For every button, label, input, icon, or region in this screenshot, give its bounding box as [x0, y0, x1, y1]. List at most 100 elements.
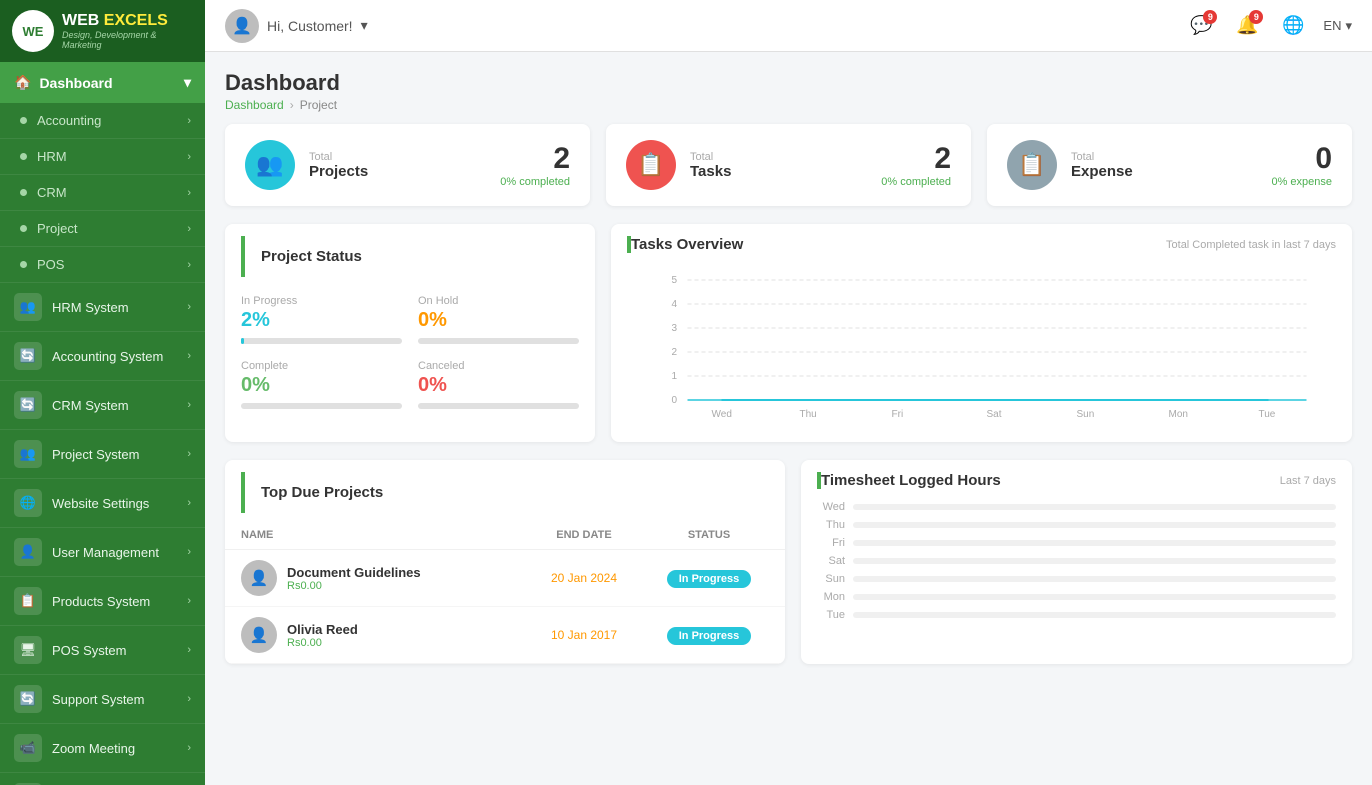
logo-icon: WE	[12, 10, 54, 52]
svg-text:4: 4	[672, 299, 678, 310]
chevron-right-icon: ›	[187, 223, 191, 235]
sidebar: WE WEB EXCELS Design, Development & Mark…	[0, 0, 205, 785]
sidebar-item-support-system[interactable]: 🔄 Support System ›	[0, 675, 205, 724]
svg-text:0: 0	[672, 395, 678, 406]
dot-icon	[20, 261, 27, 268]
globe-button[interactable]: 🌐	[1277, 10, 1309, 42]
sidebar-item-crm[interactable]: CRM ›	[0, 175, 205, 211]
stat-card-projects: 👥 Total Projects 2 0% completed	[225, 124, 590, 206]
stat-cards-row: 👥 Total Projects 2 0% completed 📋 Total …	[225, 124, 1352, 206]
logo: WE WEB EXCELS Design, Development & Mark…	[0, 0, 205, 62]
sidebar-item-zoom-meeting[interactable]: 📹 Zoom Meeting ›	[0, 724, 205, 773]
breadcrumb-separator: ›	[290, 98, 294, 112]
language-selector[interactable]: EN ▾	[1323, 18, 1352, 34]
on-hold-bar	[418, 338, 579, 344]
user-menu[interactable]: 👤 Hi, Customer! ▾	[225, 9, 368, 43]
tasks-chart: 5 4 3 2 1 0 Wed	[627, 265, 1336, 425]
expense-info: Total Expense	[1071, 151, 1257, 180]
ts-bar-wrap	[853, 522, 1336, 528]
website-settings-icon: 🌐	[14, 489, 42, 517]
status-on-hold: On Hold 0%	[418, 295, 579, 344]
expense-icon: 📋	[1007, 140, 1057, 190]
content-area: Dashboard Dashboard › Project 👥 Total Pr…	[205, 52, 1372, 785]
sidebar-system-label: Project System	[52, 447, 139, 462]
pos-system-icon: 🖥	[14, 636, 42, 664]
sidebar-item-hrm-system[interactable]: 👥 HRM System ›	[0, 283, 205, 332]
ts-label: Thu	[817, 519, 845, 531]
chevron-down-icon: ▾	[184, 74, 191, 91]
row-status-col: In Progress	[649, 626, 769, 645]
chevron-right-icon: ›	[187, 595, 191, 607]
status-in-progress: In Progress 2%	[241, 295, 402, 344]
canceled-label: Canceled	[418, 360, 579, 372]
sidebar-item-website-settings[interactable]: 🌐 Website Settings ›	[0, 479, 205, 528]
sidebar-item-hrm[interactable]: HRM ›	[0, 139, 205, 175]
row-project-name: Document Guidelines	[287, 565, 519, 580]
svg-text:5: 5	[672, 275, 678, 286]
stat-card-expense: 📋 Total Expense 0 0% expense	[987, 124, 1352, 206]
row-name-block: Olivia Reed Rs0.00	[287, 622, 519, 649]
sidebar-system-label: HRM System	[52, 300, 129, 315]
ts-row-mon: Mon	[817, 591, 1336, 603]
sidebar-item-label: HRM	[37, 149, 67, 164]
breadcrumb: Dashboard › Project	[225, 98, 1352, 112]
breadcrumb-home[interactable]: Dashboard	[225, 98, 284, 112]
sidebar-system-label: Zoom Meeting	[52, 741, 135, 756]
zoom-meeting-icon: 📹	[14, 734, 42, 762]
chevron-right-icon: ›	[187, 350, 191, 362]
tasks-chart-area: 5 4 3 2 1 0 Wed	[611, 257, 1352, 442]
sidebar-item-project-system[interactable]: 👥 Project System ›	[0, 430, 205, 479]
tasks-chart-note: Total Completed task in last 7 days	[1166, 239, 1336, 251]
chevron-right-icon: ›	[187, 151, 191, 163]
sidebar-system-label: Accounting System	[52, 349, 163, 364]
sidebar-item-pos-system[interactable]: 🖥 POS System ›	[0, 626, 205, 675]
in-progress-fill	[241, 338, 244, 344]
sidebar-item-label: POS	[37, 257, 64, 272]
main-area: 👤 Hi, Customer! ▾ 💬 9 🔔 9 🌐 EN ▾	[205, 0, 1372, 785]
on-hold-label: On Hold	[418, 295, 579, 307]
chevron-right-icon: ›	[187, 644, 191, 656]
sidebar-system-label: POS System	[52, 643, 126, 658]
chevron-right-icon: ›	[187, 742, 191, 754]
complete-bar	[241, 403, 402, 409]
ts-bar-wrap	[853, 612, 1336, 618]
sidebar-item-user-management[interactable]: 👤 User Management ›	[0, 528, 205, 577]
breadcrumb-area: Dashboard Dashboard › Project	[225, 70, 1352, 112]
sidebar-item-accounting[interactable]: Accounting ›	[0, 103, 205, 139]
projects-icon: 👥	[245, 140, 295, 190]
bell-button[interactable]: 🔔 9	[1231, 10, 1263, 42]
projects-number: 2	[500, 142, 570, 176]
sidebar-item-products-system[interactable]: 📋 Products System ›	[0, 577, 205, 626]
sidebar-item-label: Project	[37, 221, 77, 236]
in-progress-value: 2%	[241, 309, 402, 332]
notifications-button[interactable]: 💬 9	[1185, 10, 1217, 42]
chevron-right-icon: ›	[187, 187, 191, 199]
ts-row-thu: Thu	[817, 519, 1336, 531]
ts-label: Tue	[817, 609, 845, 621]
sidebar-item-label: Accounting	[37, 113, 101, 128]
row-status-col: In Progress	[649, 569, 769, 588]
home-icon: 🏠	[14, 74, 31, 91]
ts-bar-wrap	[853, 558, 1336, 564]
sidebar-item-messenger[interactable]: 💬 Messenger ›	[0, 773, 205, 785]
ts-label: Wed	[817, 501, 845, 513]
svg-text:Fri: Fri	[892, 409, 904, 420]
chevron-right-icon: ›	[187, 115, 191, 127]
tasks-sub: 0% completed	[881, 176, 951, 188]
dot-icon	[20, 225, 27, 232]
projects-sub: 0% completed	[500, 176, 570, 188]
chevron-right-icon: ›	[187, 448, 191, 460]
sidebar-item-accounting-system[interactable]: 🔄 Accounting System ›	[0, 332, 205, 381]
tasks-value-area: 2 0% completed	[881, 142, 951, 188]
sidebar-item-project[interactable]: Project ›	[0, 211, 205, 247]
table-row: 👤 Document Guidelines Rs0.00 20 Jan 2024…	[225, 550, 785, 607]
chevron-right-icon: ›	[187, 693, 191, 705]
svg-text:Sat: Sat	[987, 409, 1002, 420]
sidebar-item-pos[interactable]: POS ›	[0, 247, 205, 283]
projects-name: Projects	[309, 163, 486, 180]
sidebar-item-crm-system[interactable]: 🔄 CRM System ›	[0, 381, 205, 430]
tasks-number: 2	[881, 142, 951, 176]
svg-text:Tue: Tue	[1259, 409, 1276, 420]
sidebar-item-dashboard[interactable]: 🏠 Dashboard ▾	[0, 62, 205, 103]
top-due-title: Top Due Projects	[241, 472, 769, 513]
